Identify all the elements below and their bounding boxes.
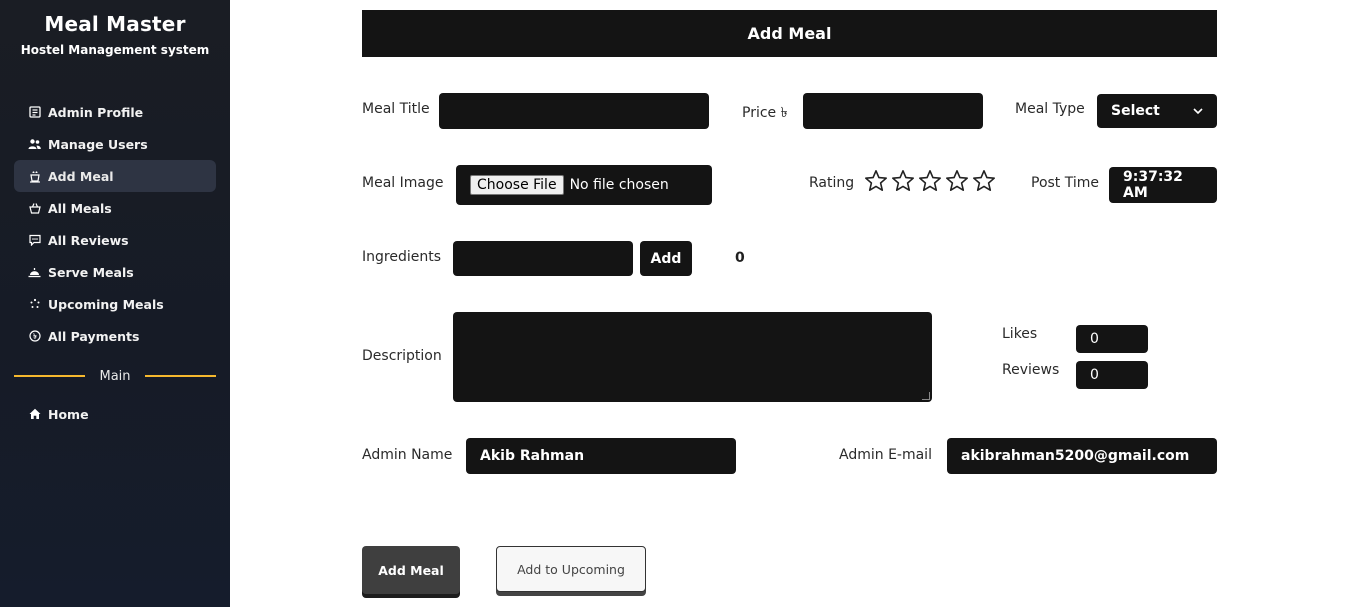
sidebar-item-label: All Meals — [48, 200, 112, 216]
rating-label: Rating — [809, 175, 855, 191]
serve-icon — [28, 266, 41, 279]
post-time-label: Post Time — [1031, 175, 1100, 191]
sidebar-item-label: All Reviews — [48, 232, 129, 248]
reviews-field[interactable]: 0 — [1076, 361, 1148, 389]
add-to-upcoming-button[interactable]: Add to Upcoming — [496, 546, 646, 592]
likes-field[interactable]: 0 — [1076, 325, 1148, 353]
meal-type-selected: Select — [1111, 103, 1160, 119]
sidebar-item-label: Home — [48, 406, 89, 422]
ingredients-input[interactable] — [453, 241, 633, 276]
sidebar-item-label: Upcoming Meals — [48, 296, 164, 312]
admin-email-label: Admin E-mail — [839, 447, 932, 463]
add-ingredient-button[interactable]: Add — [640, 241, 692, 276]
users-icon — [28, 138, 41, 151]
ingredients-count: 0 — [735, 250, 745, 266]
post-time-field: 9:37:32 AM — [1109, 167, 1217, 203]
star-icon[interactable] — [945, 169, 969, 193]
ingredients-label: Ingredients — [362, 249, 441, 265]
basket-icon — [28, 202, 41, 215]
profile-icon — [28, 106, 41, 119]
home-icon — [28, 408, 41, 421]
sidebar-item-label: Admin Profile — [48, 104, 144, 120]
app-title: Meal Master — [44, 12, 186, 36]
star-icon[interactable] — [972, 169, 996, 193]
file-status: No file chosen — [569, 177, 669, 193]
sidebar-item-label: Manage Users — [48, 136, 148, 152]
sidebar-divider: Main — [14, 366, 217, 386]
sidebar-item-all-payments[interactable]: ৳ All Payments — [14, 320, 216, 352]
sidebar: Meal Master Hostel Management system Adm… — [0, 0, 230, 607]
likes-label: Likes — [1002, 326, 1038, 342]
sidebar-item-manage-users[interactable]: Manage Users — [14, 128, 216, 160]
sidebar-item-label: All Payments — [48, 328, 140, 344]
svg-text:৳: ৳ — [33, 333, 37, 341]
meal-image-label: Meal Image — [362, 175, 444, 191]
sidebar-item-label: Serve Meals — [48, 264, 134, 280]
form-title: Add Meal — [747, 24, 832, 43]
add-meal-button[interactable]: Add Meal — [362, 546, 460, 594]
price-label: Price ৳ — [742, 105, 788, 121]
star-icon[interactable] — [864, 169, 888, 193]
meal-title-input[interactable] — [439, 93, 709, 129]
reviews-label: Reviews — [1002, 362, 1060, 378]
star-icon[interactable] — [918, 169, 942, 193]
form-header: Add Meal — [362, 10, 1217, 57]
divider-label: Main — [99, 368, 131, 384]
description-label: Description — [362, 348, 442, 364]
sidebar-item-admin-profile[interactable]: Admin Profile — [14, 96, 216, 128]
app-subtitle: Hostel Management system — [20, 43, 210, 57]
chevron-down-icon — [1193, 103, 1203, 119]
sidebar-item-label: Add Meal — [48, 168, 114, 184]
meal-image-file-input[interactable]: Choose File No file chosen — [456, 165, 712, 205]
choose-file-button[interactable]: Choose File — [470, 175, 564, 195]
meal-type-select[interactable]: Select — [1097, 94, 1217, 128]
sidebar-nav: Admin Profile Manage Users Add Meal All … — [14, 96, 216, 352]
sidebar-item-add-meal[interactable]: Add Meal — [14, 160, 216, 192]
star-icon[interactable] — [891, 169, 915, 193]
admin-email-field[interactable]: akibrahman5200@gmail.com — [947, 438, 1217, 474]
sidebar-item-all-reviews[interactable]: All Reviews — [14, 224, 216, 256]
upcoming-icon — [28, 298, 41, 311]
resize-handle-icon[interactable] — [922, 392, 930, 400]
admin-name-label: Admin Name — [362, 447, 453, 463]
price-input[interactable] — [803, 93, 983, 129]
payment-icon: ৳ — [28, 330, 41, 343]
sidebar-item-upcoming-meals[interactable]: Upcoming Meals — [14, 288, 216, 320]
description-textarea[interactable] — [453, 312, 932, 402]
rating-stars — [864, 169, 996, 193]
meal-title-label: Meal Title — [362, 101, 430, 117]
admin-name-field[interactable]: Akib Rahman — [466, 438, 736, 474]
meal-icon — [28, 170, 41, 183]
meal-type-label: Meal Type — [1015, 101, 1085, 117]
review-icon — [28, 234, 41, 247]
sidebar-item-serve-meals[interactable]: Serve Meals — [14, 256, 216, 288]
sidebar-item-all-meals[interactable]: All Meals — [14, 192, 216, 224]
sidebar-item-home[interactable]: Home — [14, 398, 216, 430]
